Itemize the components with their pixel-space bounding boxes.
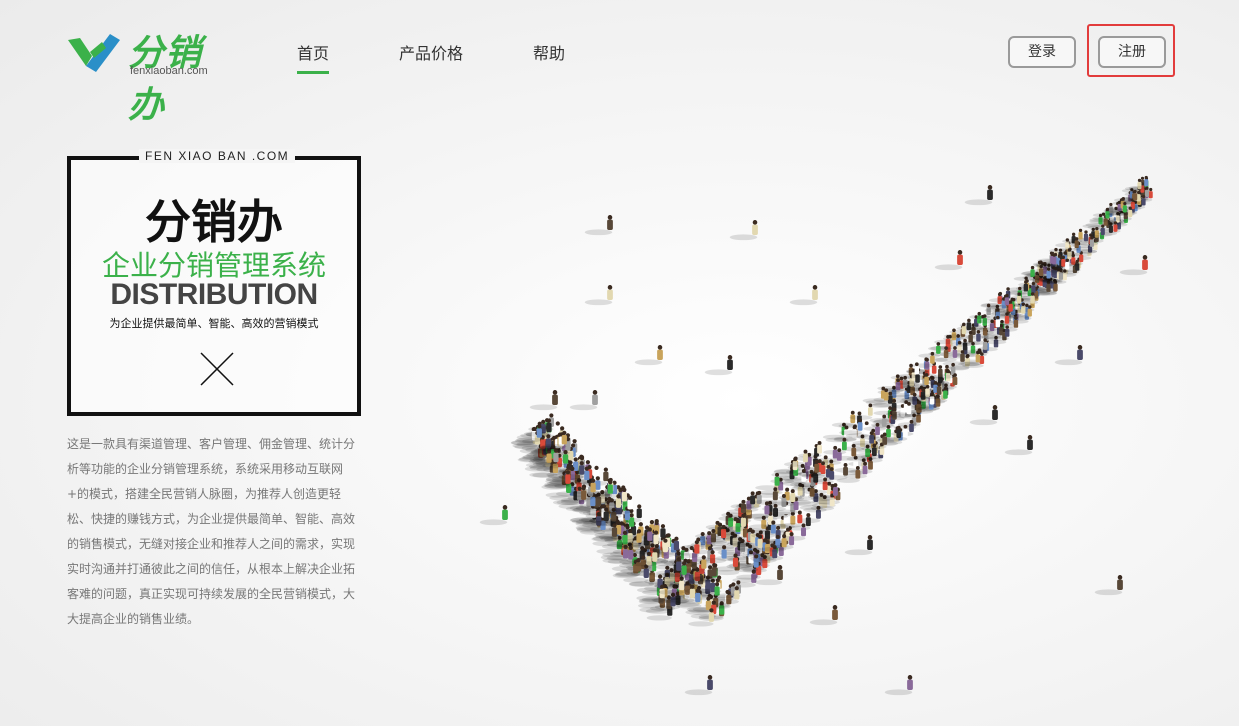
hero-title: 分销办	[145, 195, 283, 249]
description-line: 大提高企业的销售业绩。	[67, 612, 200, 626]
logo-check-icon	[68, 34, 120, 72]
crowd-checkmark-illustration	[479, 175, 1153, 696]
logo[interactable]: 分销办 fenxiaoban.com	[66, 28, 236, 126]
description-line: 这是一款具有渠道管理、客户管理、佣金管理、统计分	[67, 437, 356, 451]
nav-item-help[interactable]: 帮助	[533, 40, 565, 64]
description-line: +的模式，搭建全民营销人脉圈，为推荐人创造更轻	[67, 487, 342, 501]
description-line: 松、快捷的赚钱方式，为企业提供最简单、智能、高效	[67, 512, 356, 526]
cross-icon	[200, 352, 234, 386]
hero-slogan: 为企业提供最简单、智能、高效的营销模式	[109, 317, 319, 330]
logo-domain: fenxiaoban.com	[130, 65, 208, 77]
nav-item-home[interactable]: 首页	[297, 40, 330, 74]
nav-item-pricing[interactable]: 产品价格	[399, 40, 463, 64]
description-line: 的销售模式，无缝对接企业和推荐人之间的需求，实现	[67, 537, 356, 551]
register-button[interactable]: 注册	[1098, 36, 1166, 68]
login-button[interactable]: 登录	[1008, 36, 1076, 68]
description-line: 客难的问题，真正实现可持续发展的全民营销模式，大	[67, 587, 356, 601]
description-line: 析等功能的企业分销管理系统，系统采用移动互联网	[67, 462, 344, 476]
hero-english: DISTRIBUTION	[110, 278, 318, 311]
hero-box: FEN XIAO BAN .COM 分销办 企业分销管理系统 DISTRIBUT…	[67, 149, 361, 416]
description-line: 实时沟通并打通彼此之间的信任，从根本上解决企业拓	[67, 562, 356, 576]
hero-top-label: FEN XIAO BAN .COM	[139, 149, 296, 163]
product-description: 这是一款具有渠道管理、客户管理、佣金管理、统计分 析等功能的企业分销管理系统，系…	[67, 432, 359, 632]
